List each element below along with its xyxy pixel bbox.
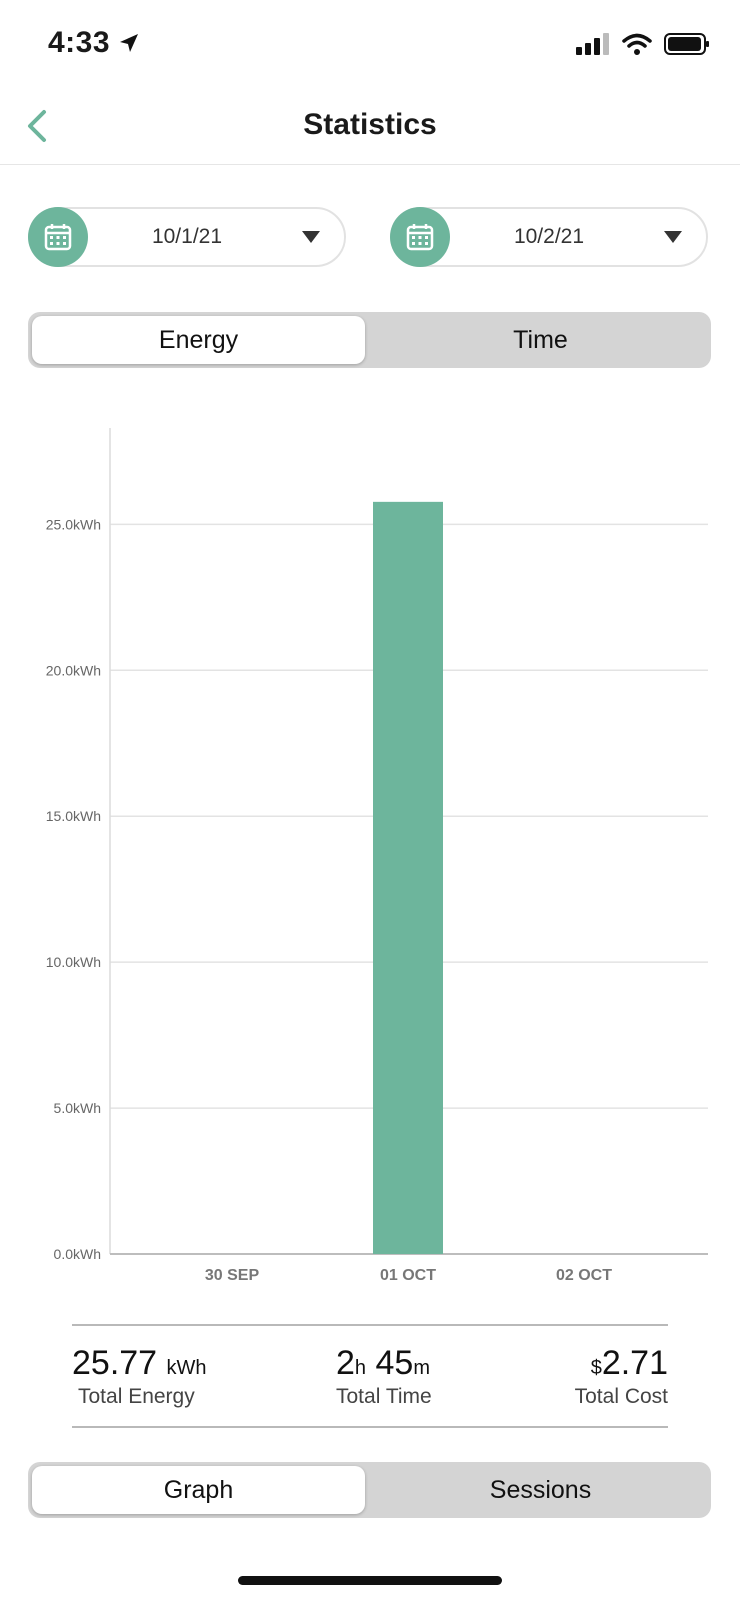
cellular-signal-icon <box>576 33 609 55</box>
x-tick-label: 02 OCT <box>556 1267 612 1284</box>
currency-symbol: $ <box>590 1357 602 1379</box>
home-indicator[interactable] <box>238 1576 502 1585</box>
dropdown-caret-icon <box>302 231 320 243</box>
y-tick-label: 0.0kWh <box>54 1246 101 1262</box>
metric-toggle: Energy Time <box>28 312 711 368</box>
dropdown-caret-icon <box>664 231 682 243</box>
tab-sessions[interactable]: Sessions <box>374 1466 707 1514</box>
tab-energy[interactable]: Energy <box>32 316 365 364</box>
calendar-icon <box>390 207 450 267</box>
calendar-icon <box>28 207 88 267</box>
status-time: 4:33 <box>48 26 111 59</box>
total-time-hours: 2 <box>336 1344 355 1382</box>
total-time-hours-unit: h <box>354 1357 367 1379</box>
y-tick-label: 10.0kWh <box>46 954 101 970</box>
page-title: Statistics <box>303 108 437 141</box>
y-tick-label: 25.0kWh <box>46 516 101 532</box>
total-cost-label: Total Cost <box>574 1385 668 1408</box>
location-arrow-icon <box>120 34 139 52</box>
total-cost-stat: $2.71 Total Cost <box>428 1344 668 1409</box>
view-toggle: Graph Sessions <box>28 1462 711 1518</box>
status-bar: 4:33 <box>0 0 740 90</box>
end-date-value: 10/2/21 <box>513 225 585 248</box>
start-date-value: 10/1/21 <box>151 225 223 248</box>
y-tick-label: 20.0kWh <box>46 662 101 678</box>
divider <box>72 1324 668 1326</box>
divider <box>72 1426 668 1428</box>
wifi-icon <box>622 33 652 55</box>
clock: 4:33 <box>48 26 140 60</box>
tab-time[interactable]: Time <box>374 316 707 364</box>
total-energy-unit: kWh <box>166 1357 207 1379</box>
total-energy-label: Total Energy <box>78 1385 195 1408</box>
bar <box>373 501 443 1254</box>
start-date-picker[interactable]: 10/1/21 <box>28 207 346 267</box>
battery-icon <box>664 33 709 55</box>
y-tick-label: 5.0kWh <box>54 1100 101 1116</box>
x-tick-label: 01 OCT <box>380 1267 436 1284</box>
y-tick-label: 15.0kWh <box>46 808 101 824</box>
nav-bar: Statistics <box>0 90 740 165</box>
x-tick-label: 30 SEP <box>205 1267 260 1284</box>
end-date-picker[interactable]: 10/2/21 <box>390 207 708 267</box>
tab-graph[interactable]: Graph <box>32 1466 365 1514</box>
energy-bar-chart: 0.0kWh 5.0kWh 10.0kWh 15.0kWh 20.0kWh 25.0kWh… <box>46 428 708 1284</box>
total-energy-stat: 25.77 kWh Total Energy <box>72 1344 312 1409</box>
total-energy-value: 25.77 <box>72 1344 158 1382</box>
total-cost-value: 2.71 <box>601 1344 668 1382</box>
total-time-minutes: 45 <box>375 1344 414 1382</box>
status-icons <box>576 32 710 56</box>
